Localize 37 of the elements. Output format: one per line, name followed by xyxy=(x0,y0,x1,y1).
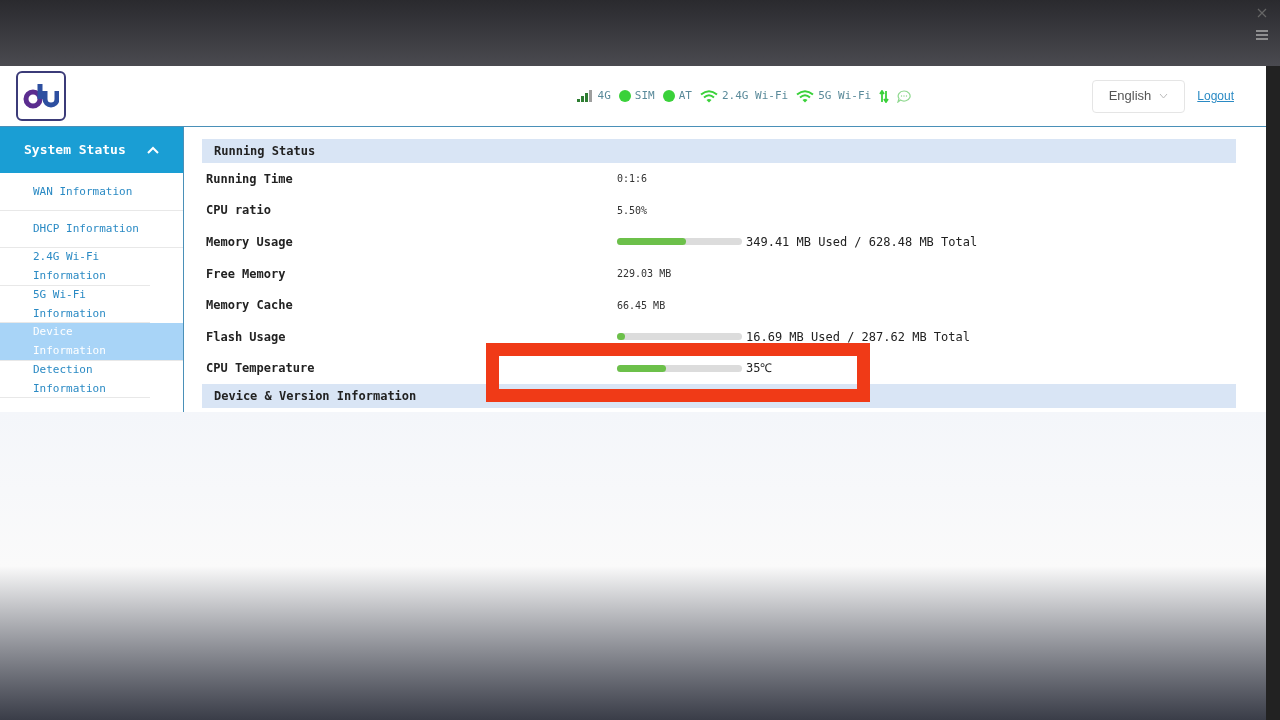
row-value: 35℃ xyxy=(746,360,773,378)
status-label: SIM xyxy=(634,87,655,104)
row-label: Memory Cache xyxy=(205,297,294,315)
sidebar-section-header[interactable]: System Status xyxy=(0,127,183,173)
logo xyxy=(16,71,66,121)
row-value: 229.03 MB xyxy=(617,267,672,282)
status-label: 5G Wi-Fi xyxy=(818,87,872,104)
status-label: 2.4G Wi-Fi xyxy=(721,87,789,104)
row-value: 16.69 MB Used / 287.62 MB Total xyxy=(746,328,970,346)
language-dropdown[interactable]: English xyxy=(1091,79,1186,113)
row-label: Running Time xyxy=(205,170,294,188)
arrows-icon xyxy=(879,89,890,103)
row-label: CPU Temperature xyxy=(205,360,316,378)
row-value: 349.41 MB Used / 628.48 MB Total xyxy=(746,234,978,251)
wifi-icon xyxy=(699,89,718,103)
signal-icon xyxy=(576,90,594,102)
wifi-icon xyxy=(796,89,815,103)
sidebar-item[interactable]: DHCP Information xyxy=(0,210,183,248)
sidebar-item[interactable]: Detection Information xyxy=(0,360,150,398)
row-label: Flash Usage xyxy=(205,328,287,346)
row-label: CPU ratio xyxy=(205,202,273,220)
row-value: 5.50% xyxy=(617,203,648,218)
row-value: 66.45 MB xyxy=(617,298,666,313)
chevron-down-icon xyxy=(1159,93,1169,99)
row-label: Memory Usage xyxy=(205,234,294,251)
row-value: 0:1:6 xyxy=(617,172,648,187)
logout-link[interactable]: Logout xyxy=(1197,87,1234,105)
menu-icon xyxy=(1256,30,1268,40)
sidebar-item[interactable]: 2.4G Wi-Fi Information xyxy=(0,248,150,286)
sidebar-item[interactable]: WAN Information xyxy=(0,173,183,211)
status-label: 4G xyxy=(597,87,611,104)
status-label: AT xyxy=(678,87,692,104)
chat-bubble-icon xyxy=(897,89,912,103)
row-label: Free Memory xyxy=(205,265,287,283)
sidebar-title: System Status xyxy=(24,141,126,160)
section-header: Running Status xyxy=(202,139,1236,163)
close-icon xyxy=(1257,8,1267,18)
